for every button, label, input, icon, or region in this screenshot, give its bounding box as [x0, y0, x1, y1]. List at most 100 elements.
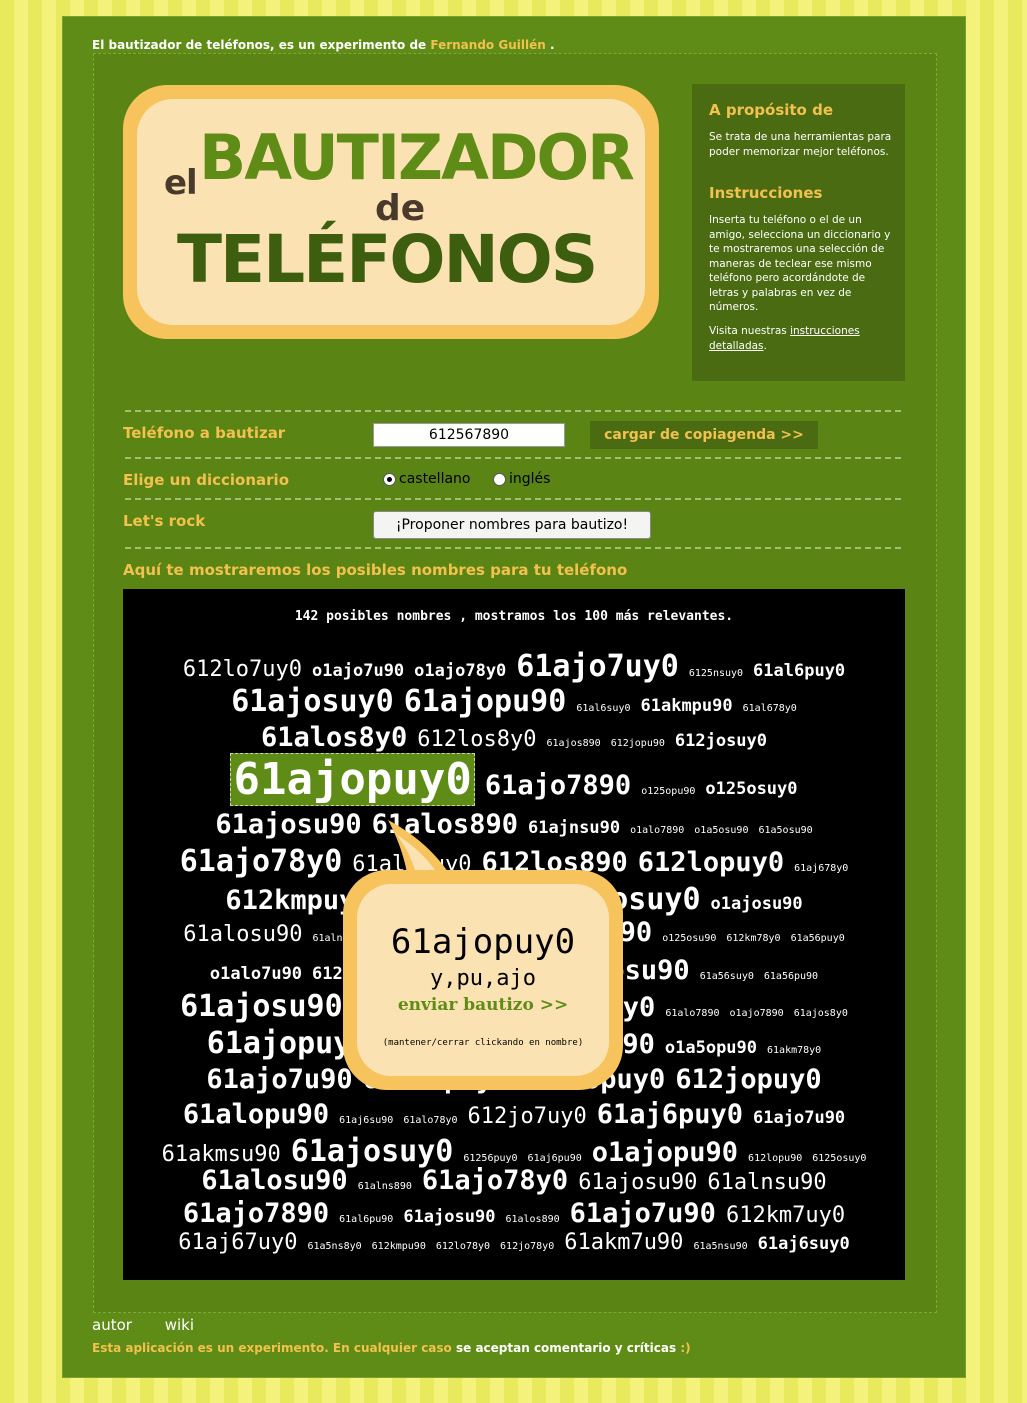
- name-item[interactable]: o1a5opu90: [665, 1038, 757, 1058]
- name-item[interactable]: o1a5osu90: [694, 825, 748, 836]
- name-item[interactable]: 612km78y0: [726, 933, 780, 944]
- name-item[interactable]: o125osu90: [662, 933, 716, 944]
- name-item[interactable]: 61aj67uy0: [178, 1230, 297, 1255]
- name-item[interactable]: 61ajopu90: [404, 684, 567, 719]
- name-item[interactable]: 61alnsu90: [707, 1170, 826, 1195]
- name-item[interactable]: 61ajos8y0: [794, 1008, 848, 1019]
- divider: [125, 547, 901, 549]
- radio-ingles[interactable]: inglés: [493, 471, 550, 487]
- phone-input[interactable]: [373, 423, 565, 447]
- author-link[interactable]: Fernando Guillén: [430, 38, 545, 52]
- name-item[interactable]: 61alns890: [358, 1181, 412, 1192]
- name-item[interactable]: 61akm78y0: [767, 1045, 821, 1056]
- name-item[interactable]: 61al6suy0: [576, 703, 630, 714]
- name-item[interactable]: 61ajo7u90: [753, 1108, 845, 1128]
- credit-end: .: [549, 38, 555, 52]
- name-item[interactable]: 61ajo78y0: [422, 1165, 568, 1196]
- name-item[interactable]: o125osuy0: [705, 779, 797, 799]
- name-item[interactable]: 612josuy0: [675, 731, 767, 751]
- name-item[interactable]: 612lo7uy0: [183, 657, 302, 682]
- name-row: 61ajopuy0 61ajo7890 o125opu90 o125osuy0: [123, 753, 905, 806]
- name-item[interactable]: o1alo7890: [630, 825, 684, 836]
- name-item[interactable]: 61ajosu90: [403, 1207, 495, 1227]
- footer-note: Esta aplicación es un experimento. En cu…: [92, 1341, 691, 1355]
- name-item[interactable]: o1ajo7890: [730, 1008, 784, 1019]
- name-item[interactable]: 61al6puy0: [753, 661, 845, 681]
- name-item[interactable]: 61ajosu90: [180, 989, 343, 1024]
- name-item[interactable]: 61aj6su90: [339, 1115, 393, 1126]
- name-item[interactable]: 61ajo7u90: [570, 1198, 716, 1229]
- load-contacts-button[interactable]: cargar de copiagenda >>: [590, 421, 818, 449]
- name-item[interactable]: 61al678y0: [743, 703, 797, 714]
- name-item[interactable]: o1ajosu90: [711, 894, 803, 914]
- name-item[interactable]: 61ajo7890: [485, 770, 631, 801]
- name-item[interactable]: 61a5ns8y0: [307, 1241, 361, 1252]
- name-item[interactable]: o1ajo78y0: [414, 661, 506, 681]
- name-item[interactable]: 61alos890: [505, 1214, 559, 1225]
- name-item[interactable]: 612km7uy0: [726, 1203, 845, 1228]
- radio-selected-icon[interactable]: [383, 472, 396, 486]
- name-item[interactable]: 61ajosuy0: [231, 684, 394, 719]
- name-item[interactable]: 61akmsu90: [162, 1142, 281, 1167]
- name-item[interactable]: o1alo7u90: [210, 964, 302, 984]
- name-item[interactable]: 61alosu90: [183, 922, 302, 947]
- radio-castellano[interactable]: castellano: [383, 471, 470, 487]
- radio-ingles-label: inglés: [509, 471, 551, 487]
- footer-links: autor wiki: [92, 1316, 222, 1334]
- name-item[interactable]: 61ajosuy0: [291, 1134, 454, 1169]
- name-item[interactable]: o1ajopu90: [592, 1137, 738, 1168]
- name-item[interactable]: 61alosu90: [201, 1165, 347, 1196]
- propose-names-button[interactable]: ¡Proponer nombres para bautizo!: [373, 511, 651, 539]
- name-item[interactable]: 612lopuy0: [638, 847, 784, 878]
- name-item[interactable]: 61a5nsu90: [693, 1241, 747, 1252]
- name-item[interactable]: 612lo78y0: [436, 1241, 490, 1252]
- name-item[interactable]: 612jopu90: [611, 738, 665, 749]
- name-item[interactable]: 61256puy0: [463, 1153, 517, 1164]
- send-name-link[interactable]: enviar bautizo >>: [357, 995, 609, 1015]
- visit-text: Visita nuestras instrucciones detalladas…: [709, 324, 893, 353]
- name-item[interactable]: o125opu90: [641, 786, 695, 797]
- feedback-link[interactable]: se aceptan comentario y críticas: [456, 1341, 676, 1355]
- name-item[interactable]: 6125osuy0: [812, 1153, 866, 1164]
- name-item[interactable]: 61alos8y0: [261, 722, 407, 753]
- footer-link-wiki[interactable]: wiki: [165, 1316, 194, 1334]
- name-item[interactable]: 612jo7uy0: [468, 1104, 587, 1129]
- name-item[interactable]: 61aj6puy0: [597, 1099, 743, 1130]
- name-item[interactable]: 61ajosu90: [215, 809, 361, 840]
- name-item[interactable]: 61alo78y0: [403, 1115, 457, 1126]
- name-item[interactable]: 612lopu90: [748, 1153, 802, 1164]
- name-item[interactable]: 612jo78y0: [500, 1241, 554, 1252]
- name-item[interactable]: o1ajo7u90: [312, 661, 404, 681]
- popup-words: y,pu,ajo: [430, 966, 536, 991]
- footer-link-autor[interactable]: autor: [92, 1316, 132, 1334]
- name-item[interactable]: 61aj6suy0: [758, 1234, 850, 1254]
- name-item[interactable]: 61akm7u90: [564, 1230, 683, 1255]
- name-item[interactable]: 61ajnsu90: [528, 818, 620, 838]
- name-item[interactable]: 61a56suy0: [700, 971, 754, 982]
- name-item[interactable]: 61a5osu90: [758, 825, 812, 836]
- name-item[interactable]: 61al6pu90: [339, 1214, 393, 1225]
- name-item[interactable]: 61ajo78y0: [180, 844, 343, 879]
- name-item[interactable]: 61a56pu90: [764, 971, 818, 982]
- name-item[interactable]: 61a56puy0: [791, 933, 845, 944]
- name-item[interactable]: 61aj678y0: [794, 863, 848, 874]
- credit-line: El bautizador de teléfonos, es un experi…: [92, 38, 555, 52]
- selected-name[interactable]: 61ajopuy0: [230, 753, 475, 806]
- radio-unselected-icon[interactable]: [493, 472, 506, 486]
- name-item[interactable]: 61alopu90: [183, 1099, 329, 1130]
- name-item[interactable]: 612kmpu90: [372, 1241, 426, 1252]
- name-item[interactable]: 61alo7890: [665, 1008, 719, 1019]
- name-item[interactable]: 61ajo7u90: [206, 1064, 352, 1095]
- name-row: 61ajo7890 61al6pu90 61ajosu90 61alos890 61aj…: [123, 1198, 905, 1229]
- name-item[interactable]: 612los8y0: [417, 727, 536, 752]
- name-popup[interactable]: 61ajopuy0 y,pu,ajo enviar bautizo >> (ma…: [343, 870, 623, 1090]
- name-item[interactable]: 612jopuy0: [675, 1064, 821, 1095]
- logo-bautizador: BAUTIZADOR: [199, 121, 635, 194]
- name-item[interactable]: 61aj6pu90: [528, 1153, 582, 1164]
- name-item[interactable]: 6125nsuy0: [689, 668, 743, 679]
- name-item[interactable]: 61ajo7uy0: [516, 649, 679, 684]
- name-item[interactable]: 61ajosu90: [578, 1170, 697, 1195]
- name-item[interactable]: 61akmpu90: [641, 696, 733, 716]
- name-item[interactable]: 61ajo7890: [183, 1198, 329, 1229]
- name-item[interactable]: 61ajos890: [547, 738, 601, 749]
